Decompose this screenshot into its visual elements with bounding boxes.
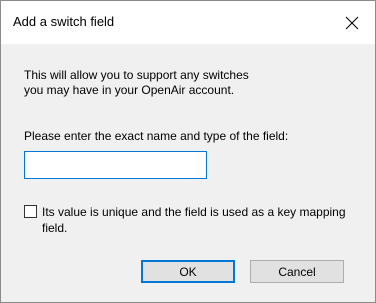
add-switch-field-dialog: Add a switch field This will allow you t… — [0, 0, 376, 303]
info-text: This will allow you to support any switc… — [24, 68, 249, 97]
key-mapping-label[interactable]: Its value is unique and the field is use… — [42, 204, 364, 236]
key-mapping-checkbox[interactable] — [24, 205, 37, 218]
title-bar[interactable]: Add a switch field — [1, 1, 375, 44]
close-button[interactable] — [329, 1, 375, 44]
dialog-title: Add a switch field — [13, 14, 115, 29]
cancel-button[interactable]: Cancel — [250, 260, 344, 283]
close-icon — [345, 16, 359, 29]
ok-button[interactable]: OK — [141, 260, 235, 283]
dialog-body: This will allow you to support any switc… — [1, 44, 375, 302]
field-prompt-label: Please enter the exact name and type of … — [24, 129, 289, 143]
field-name-input[interactable] — [24, 151, 207, 179]
